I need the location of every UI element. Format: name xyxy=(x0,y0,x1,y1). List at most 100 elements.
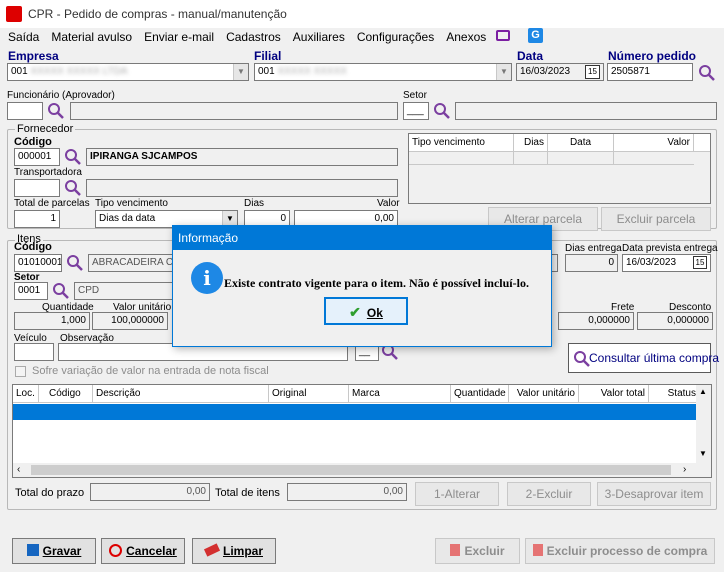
col-quantidade[interactable]: Quantidade xyxy=(451,385,509,403)
transportadora-label: Transportadora xyxy=(14,167,82,178)
search-icon[interactable] xyxy=(64,148,82,166)
col-loc[interactable]: Loc. xyxy=(13,385,39,403)
dialog-body: i Existe contrato vigente para o item. N… xyxy=(173,250,551,346)
col-valor-unitario[interactable]: Valor unitário xyxy=(509,385,579,403)
valor-label: Valor xyxy=(377,198,400,209)
menu-anexos[interactable]: Anexos xyxy=(446,30,486,44)
grid-cell xyxy=(513,152,514,165)
window-title: CPR - Pedido de compras - manual/manuten… xyxy=(28,7,287,21)
search-icon[interactable] xyxy=(52,282,70,300)
col-marca[interactable]: Marca xyxy=(349,385,451,403)
grid-cell xyxy=(613,152,614,165)
menu-configuracoes[interactable]: Configurações xyxy=(357,30,434,44)
ok-button[interactable]: ✔ Ok xyxy=(324,297,408,325)
dias-entrega-field[interactable]: 0 xyxy=(565,254,618,272)
scroll-down-icon[interactable]: ▼ xyxy=(699,449,707,458)
total-prazo-label: Total do prazo xyxy=(15,487,85,499)
menu-enviar-email[interactable]: Enviar e-mail xyxy=(144,30,214,44)
col-codigo[interactable]: Código xyxy=(39,385,93,403)
search-icon[interactable] xyxy=(66,254,84,272)
app-logo-icon xyxy=(6,6,22,22)
table-row-selected[interactable] xyxy=(13,404,699,420)
save-icon xyxy=(26,544,39,556)
g-app-icon[interactable]: G xyxy=(528,28,543,43)
scroll-up-icon[interactable]: ▲ xyxy=(699,387,707,396)
fornecedor-nome-field: IPIRANGA SJCAMPOS xyxy=(86,148,398,166)
dias-label: Dias xyxy=(244,198,265,209)
excluir-button[interactable]: Excluir xyxy=(435,538,520,564)
funcionario-code-field[interactable] xyxy=(7,102,43,120)
quantidade-field[interactable]: 1,000 xyxy=(14,312,90,330)
empresa-select[interactable]: 001 XXXXX XXXXX LTDA ▼ xyxy=(7,63,249,81)
col-dias[interactable]: Dias xyxy=(514,134,548,152)
menu-bar: Saída Material avulso Enviar e-mail Cadastr… xyxy=(8,30,498,44)
menu-cadastros[interactable]: Cadastros xyxy=(226,30,281,44)
col-valor-total[interactable]: Valor total xyxy=(579,385,649,403)
grid-cell xyxy=(547,152,548,165)
parcelas-grid[interactable]: Tipo vencimento Dias Data Valor xyxy=(408,133,711,204)
col-data[interactable]: Data xyxy=(548,134,614,152)
dias-entrega-label: Dias entrega xyxy=(565,243,622,254)
grid-header: Loc. Código Descrição Original Marca Qua… xyxy=(13,385,711,403)
data-prevista-label: Data prevista entrega xyxy=(622,243,718,254)
excluir-parcela-button[interactable]: Excluir parcela xyxy=(601,207,711,231)
title-bar: CPR - Pedido de compras - manual/manuten… xyxy=(0,0,724,28)
chevron-down-icon: ▼ xyxy=(496,64,511,80)
col-descricao[interactable]: Descrição xyxy=(93,385,269,403)
funcionario-label: Funcionário (Aprovador) xyxy=(7,90,115,101)
desconto-field[interactable]: 0,000000 xyxy=(637,312,713,330)
total-itens-field: 0,00 xyxy=(287,483,407,501)
item-codigo-field[interactable]: 01010001 xyxy=(14,254,62,272)
col-status[interactable]: Status xyxy=(649,385,699,403)
grid-row[interactable] xyxy=(409,152,694,165)
search-icon[interactable] xyxy=(64,179,82,197)
sofre-variacao-label: Sofre variação de valor na entrada de no… xyxy=(32,365,269,377)
transportadora-code-field[interactable] xyxy=(14,179,60,197)
col-original[interactable]: Original xyxy=(269,385,349,403)
total-itens-label: Total de itens xyxy=(215,487,280,499)
scrollbar-vertical[interactable]: ▲ ▼ xyxy=(696,385,711,463)
col-valor[interactable]: Valor xyxy=(614,134,694,152)
dialog-title: Informação xyxy=(178,231,239,245)
filial-label: Filial xyxy=(254,49,282,63)
pedido-label: Número pedido xyxy=(608,49,697,63)
search-icon[interactable] xyxy=(433,102,451,120)
search-icon[interactable] xyxy=(698,64,716,82)
parcelas-field[interactable]: 1 xyxy=(14,210,60,228)
scroll-left-icon[interactable]: ‹ xyxy=(17,464,20,475)
itens-grid[interactable]: Loc. Código Descrição Original Marca Qua… xyxy=(12,384,712,478)
col-tipo-vencimento[interactable]: Tipo vencimento xyxy=(409,134,514,152)
consultar-ultima-compra-button[interactable]: Consultar última compra xyxy=(568,343,719,373)
monitor-icon[interactable] xyxy=(496,30,510,41)
calendar-icon[interactable]: 15 xyxy=(585,65,600,79)
excluir-item-button[interactable]: 2-Excluir xyxy=(507,482,591,506)
fornecedor-group-title: Fornecedor xyxy=(15,123,76,135)
menu-saida[interactable]: Saída xyxy=(8,30,39,44)
menu-material-avulso[interactable]: Material avulso xyxy=(51,30,132,44)
desaprovar-item-button[interactable]: 3-Desaprovar item xyxy=(597,482,711,506)
alterar-item-button[interactable]: 1-Alterar xyxy=(415,482,499,506)
fornecedor-codigo-field[interactable]: 000001 xyxy=(14,148,60,166)
frete-field[interactable]: 0,000000 xyxy=(558,312,634,330)
item-setor-field[interactable]: 0001 xyxy=(14,282,48,300)
sofre-variacao-checkbox[interactable] xyxy=(15,366,26,377)
gravar-button[interactable]: Gravar xyxy=(12,538,96,564)
excluir-processo-button[interactable]: Excluir processo de compra xyxy=(525,538,715,564)
cancel-icon xyxy=(109,544,123,557)
scroll-right-icon[interactable]: › xyxy=(683,464,686,475)
filial-select[interactable]: 001 XXXXX XXXXX ▼ xyxy=(254,63,512,81)
menu-auxiliares[interactable]: Auxiliares xyxy=(293,30,345,44)
scrollbar-horizontal[interactable]: ‹ › xyxy=(13,463,711,477)
valor-unitario-field[interactable]: 100,000000 xyxy=(92,312,168,330)
search-icon[interactable] xyxy=(47,102,65,120)
cancelar-button[interactable]: Cancelar xyxy=(101,538,185,564)
calendar-icon[interactable]: 15 xyxy=(693,256,707,269)
pedido-field[interactable]: 2505871 xyxy=(607,63,693,81)
info-dialog: Informação i Existe contrato vigente par… xyxy=(172,225,552,347)
scroll-thumb[interactable] xyxy=(31,465,671,475)
limpar-button[interactable]: Limpar xyxy=(192,538,276,564)
dialog-message: Existe contrato vigente para o item. Não… xyxy=(224,276,529,290)
veiculo-field[interactable] xyxy=(14,343,54,361)
trash-icon xyxy=(532,544,543,556)
setor-code-field[interactable]: ___ xyxy=(403,102,429,120)
